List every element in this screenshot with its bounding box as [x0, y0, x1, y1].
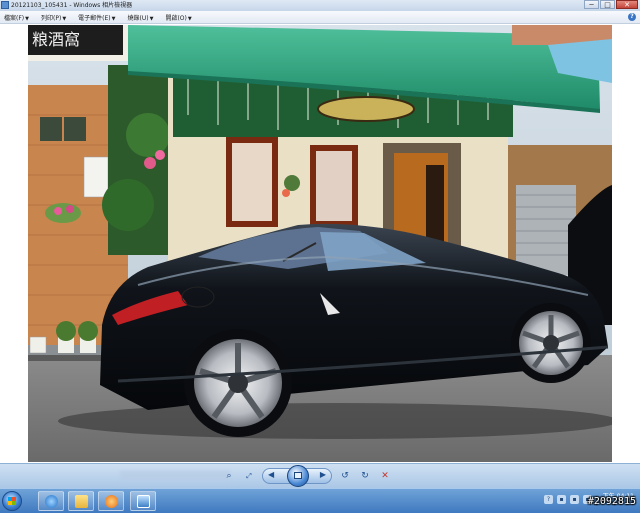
- menu-burn[interactable]: 燒錄(U)▼: [128, 13, 154, 22]
- menu-print[interactable]: 列印(P)▼: [41, 13, 66, 22]
- chevron-down-icon: ▼: [25, 15, 29, 22]
- shop-sign-text: 粮酒窩: [32, 30, 80, 49]
- next-icon[interactable]: ▶: [320, 470, 326, 479]
- viewer-toolbar: ⌕ ⤢ ◀ ▶ ↺ ↻ ✕: [0, 463, 640, 489]
- menu-burn-label: 燒錄(U): [127, 14, 149, 22]
- photo-viewer-icon: [137, 495, 150, 508]
- menu-email-label: 電子郵件(E): [78, 14, 111, 22]
- photo-canvas[interactable]: 粮酒窩: [28, 25, 612, 462]
- chevron-down-icon: ▼: [149, 15, 154, 22]
- taskbar-app-media[interactable]: [98, 491, 124, 511]
- help-tray-icon[interactable]: ?: [544, 495, 553, 504]
- menu-open[interactable]: 開啟(O)▼: [165, 13, 191, 22]
- menu-print-label: 列印(P): [41, 14, 62, 22]
- delete-icon[interactable]: ✕: [378, 469, 392, 483]
- slideshow-icon[interactable]: [287, 465, 309, 487]
- windows-explorer-icon: [75, 495, 88, 508]
- menu-open-label: 開啟(O): [165, 14, 187, 22]
- media-player-icon: [105, 495, 118, 508]
- menu-file-label: 檔案(F): [4, 14, 25, 22]
- chevron-down-icon: ▼: [111, 15, 116, 22]
- viewer-controls: ⌕ ⤢ ◀ ▶ ↺ ↻ ✕: [222, 465, 392, 487]
- magnifier-icon[interactable]: ⌕: [222, 469, 236, 483]
- taskbar-app-photo-viewer[interactable]: [130, 491, 156, 511]
- navigation-pill: ◀ ▶: [262, 465, 332, 487]
- window-controls: ─ □ ✕: [584, 0, 638, 10]
- chevron-down-icon: ▼: [62, 15, 67, 22]
- system-tray: ? ▪ ▪ ▪: [544, 495, 592, 504]
- fit-window-icon[interactable]: ⤢: [242, 469, 256, 483]
- taskbar: ? ▪ ▪ ▪ 下午 04:11: [0, 488, 640, 513]
- menu-email[interactable]: 電子郵件(E)▼: [78, 13, 115, 22]
- start-button[interactable]: [2, 491, 22, 511]
- photo-viewer-icon: [1, 1, 9, 9]
- help-icon[interactable]: ?: [628, 13, 636, 21]
- maximize-button[interactable]: □: [600, 0, 615, 9]
- flag-icon[interactable]: ▪: [570, 495, 579, 504]
- rotate-left-icon[interactable]: ↺: [338, 469, 352, 483]
- internet-explorer-icon: [45, 495, 58, 508]
- image-viewport: 粮酒窩: [0, 25, 640, 463]
- menu-file[interactable]: 檔案(F)▼: [4, 13, 29, 22]
- taskbar-app-ie[interactable]: [38, 491, 64, 511]
- network-icon[interactable]: ▪: [557, 495, 566, 504]
- windows-logo-icon: [8, 497, 16, 505]
- rotate-right-icon[interactable]: ↻: [358, 469, 372, 483]
- minimize-button[interactable]: ─: [584, 0, 599, 9]
- previous-icon[interactable]: ◀: [268, 470, 274, 479]
- status-text-blurred: [120, 471, 230, 480]
- window-title: 20121103_105431 - Windows 相片檢視器: [11, 2, 133, 9]
- car-photo: 粮酒窩: [28, 25, 612, 462]
- taskbar-app-explorer[interactable]: [68, 491, 94, 511]
- slideshow-glyph: [294, 472, 302, 479]
- chevron-down-icon: ▼: [187, 15, 192, 22]
- watermark-text: #2092815: [587, 496, 636, 507]
- menu-bar: 檔案(F)▼ 列印(P)▼ 電子郵件(E)▼ 燒錄(U)▼ 開啟(O)▼ ?: [0, 11, 640, 24]
- close-button[interactable]: ✕: [616, 0, 638, 9]
